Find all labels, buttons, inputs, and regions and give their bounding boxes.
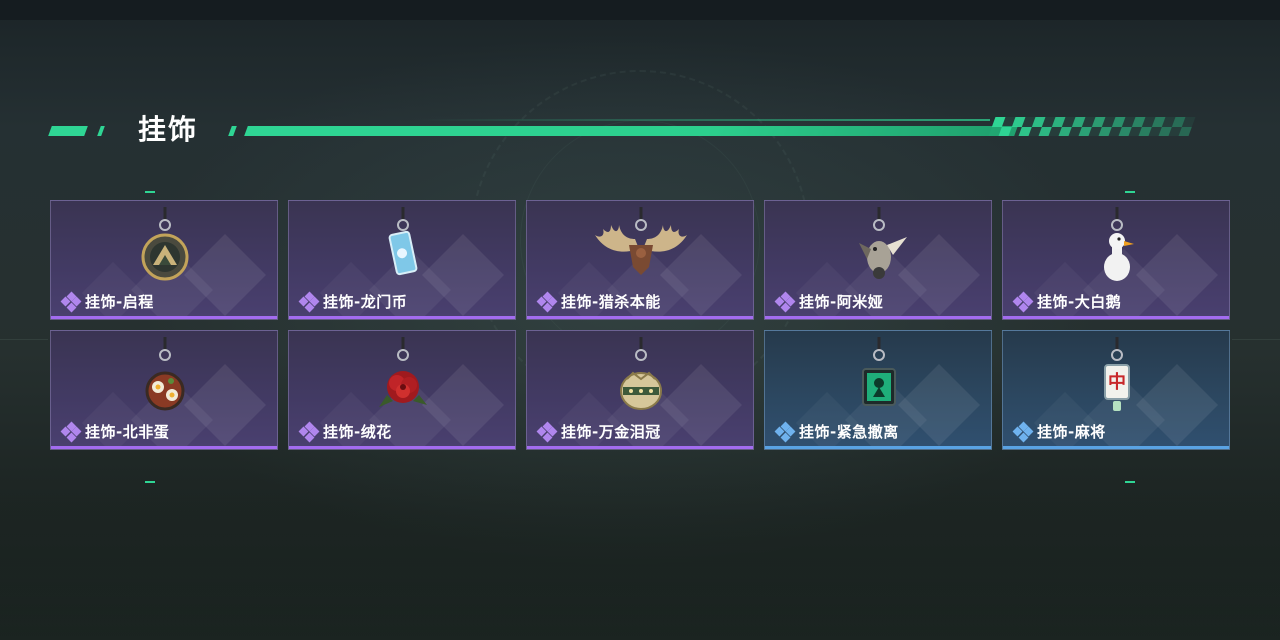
coin-tag-charm-icon <box>388 207 418 276</box>
rarity-bar <box>1003 446 1229 449</box>
charm-label: 挂饰-万金泪冠 <box>536 421 661 442</box>
rarity-bar <box>289 316 515 319</box>
charm-name: 挂饰-大白鹅 <box>1037 293 1122 311</box>
charm-label: 挂饰-猎杀本能 <box>536 291 661 312</box>
rarity-gem-icon <box>536 421 558 442</box>
bird-figure-charm-icon <box>859 207 907 279</box>
shakshuka-pan-charm-icon <box>145 337 185 411</box>
charm-name: 挂饰-麻将 <box>1037 423 1106 441</box>
charm-name: 挂饰-紧急撤离 <box>799 423 899 441</box>
rarity-bar <box>51 316 277 319</box>
header-checker-pattern <box>988 117 1202 136</box>
charm-label: 挂饰-麻将 <box>1012 421 1106 442</box>
medallion-charm-icon <box>141 207 189 281</box>
green-emergency-charm-icon <box>862 337 896 406</box>
charm-name: 挂饰-绒花 <box>323 423 392 441</box>
charm-card-green-emergency[interactable]: 挂饰-紧急撤离 <box>764 330 992 450</box>
rarity-bar <box>51 446 277 449</box>
divider-left <box>0 339 48 340</box>
rarity-gem-icon <box>298 421 320 442</box>
top-band <box>0 0 1280 20</box>
rarity-bar <box>765 446 991 449</box>
charm-label: 挂饰-紧急撤离 <box>774 421 899 442</box>
divider-right <box>1232 339 1280 340</box>
red-flower-charm-icon <box>379 337 427 407</box>
header-accent-stub <box>228 126 237 136</box>
charm-name: 挂饰-龙门币 <box>323 293 408 311</box>
charm-label: 挂饰-龙门币 <box>298 291 408 312</box>
header-accent-stub <box>48 126 88 136</box>
section-title: 挂饰 <box>138 113 199 146</box>
charm-card-coin-tag[interactable]: 挂饰-龙门币 <box>288 200 516 320</box>
mahjong-tile-charm-icon: 中 <box>1104 337 1130 411</box>
rarity-bar <box>1003 316 1229 319</box>
grid-mark <box>1125 481 1135 483</box>
charm-card-mahjong-tile[interactable]: 中 挂饰-麻将 <box>1002 330 1230 450</box>
charm-label: 挂饰-启程 <box>60 291 154 312</box>
charm-card-shakshuka-pan[interactable]: 挂饰-北非蛋 <box>50 330 278 450</box>
charm-card-white-goose[interactable]: 挂饰-大白鹅 <box>1002 200 1230 320</box>
moose-antler-charm-icon <box>595 207 687 275</box>
rarity-gem-icon <box>774 291 796 312</box>
charm-name: 挂饰-万金泪冠 <box>561 423 661 441</box>
grid-mark <box>145 481 155 483</box>
charm-name: 挂饰-阿米娅 <box>799 293 884 311</box>
rarity-gem-icon <box>1012 421 1034 442</box>
charm-name: 挂饰-北非蛋 <box>85 423 170 441</box>
rarity-bar <box>765 316 991 319</box>
grid-mark <box>145 191 155 193</box>
charm-card-golden-crown[interactable]: 挂饰-万金泪冠 <box>526 330 754 450</box>
rarity-gem-icon <box>774 421 796 442</box>
golden-crown-charm-icon <box>620 337 662 410</box>
rarity-bar <box>527 446 753 449</box>
rarity-gem-icon <box>60 291 82 312</box>
charm-label: 挂饰-绒花 <box>298 421 392 442</box>
background-ground <box>0 470 1280 640</box>
rarity-gem-icon <box>298 291 320 312</box>
header-accent-stub <box>97 126 105 136</box>
charm-card-moose-antler[interactable]: 挂饰-猎杀本能 <box>526 200 754 320</box>
rarity-bar <box>289 446 515 449</box>
charm-card-medallion[interactable]: 挂饰-启程 <box>50 200 278 320</box>
header-accent-bar <box>244 126 1018 136</box>
charm-card-red-flower[interactable]: 挂饰-绒花 <box>288 330 516 450</box>
mahjong-tile-character: 中 <box>1108 371 1126 393</box>
rarity-gem-icon <box>536 291 558 312</box>
rarity-bar <box>527 316 753 319</box>
charm-label: 挂饰-大白鹅 <box>1012 291 1122 312</box>
header-accent-line <box>420 119 990 121</box>
grid-mark <box>1125 191 1135 193</box>
rarity-gem-icon <box>60 421 82 442</box>
white-goose-charm-icon <box>1104 207 1134 281</box>
charm-name: 挂饰-启程 <box>85 293 154 311</box>
charm-grid: 挂饰-启程 挂饰-龙门币 挂饰-猎杀本能 挂饰-阿米娅 挂饰-大白鹅 挂饰-北非… <box>50 200 1230 450</box>
charm-label: 挂饰-北非蛋 <box>60 421 170 442</box>
rarity-gem-icon <box>1012 291 1034 312</box>
charm-card-bird-figure[interactable]: 挂饰-阿米娅 <box>764 200 992 320</box>
charm-label: 挂饰-阿米娅 <box>774 291 884 312</box>
charm-name: 挂饰-猎杀本能 <box>561 293 661 311</box>
